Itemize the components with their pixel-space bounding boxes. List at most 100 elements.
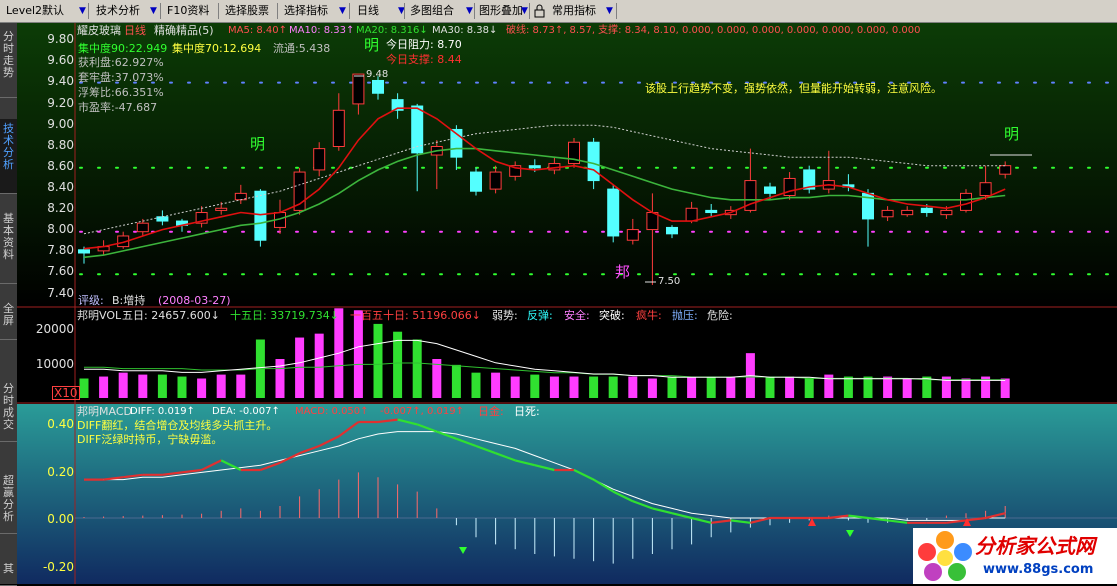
yaxis-label: 7.60 [47,264,74,278]
macd-diff-segment [201,459,222,471]
signal-safe: 安全: [564,309,590,322]
ma5-value: MA5: 8.40↑ [228,25,288,36]
period-label: 日线 [124,24,146,37]
volume-unit-badge: X10 [52,386,80,400]
yaxis-label: 7.40 [47,286,74,300]
volume-bar [157,374,167,398]
rating-date: (2008-03-27) [158,294,231,307]
macd-diff-segment [416,423,438,433]
volume-bar [687,376,697,398]
candle-body [685,207,698,222]
volume-15day: 十五日: 33719.734↓ [230,309,339,322]
candle-body [332,109,345,147]
macd-note-red: DIFF翻红，结合增仓及均线多头抓主升。 [77,419,278,432]
macd-diff-segment [514,459,536,467]
rating-label: 评级: [78,294,104,307]
today-resistance: 今日阻力: 8.70 [386,38,462,51]
macd-diff-segment [573,469,595,481]
volume-bar [628,376,638,398]
volume-ma-short [84,339,1006,381]
yaxis-label: 8.60 [47,159,74,173]
signal-weak: 弱势: [492,309,518,322]
yaxis-label: 8.20 [47,201,74,215]
volume-bar [1000,378,1010,398]
macd-diff-segment [985,512,1006,520]
macd-diff-segment [730,519,751,524]
yaxis-label: 9.20 [47,96,74,110]
volume-bar [491,372,501,398]
candle-body [705,209,718,214]
candle-body [489,171,502,190]
profit-ratio: 获利盘:62.927% [78,56,164,69]
candle-body [979,182,992,196]
watermark: 分析家公式网 www.88gs.com [913,528,1117,584]
macd-diff-segment [318,435,340,447]
volume-bar [118,372,128,398]
yaxis-label: 8.80 [47,138,74,152]
signal-danger: 危险: [707,309,733,322]
candle-body [528,165,541,169]
macd-diff-segment [495,452,516,462]
volume-bar [667,376,677,398]
bang-marker: 邦 [615,263,631,281]
watermark-url: www.88gs.com [983,562,1094,577]
signal-rebound: 反弹: [527,309,553,322]
macd-diff-segment [397,418,418,426]
macd-diff-segment [260,461,281,472]
candle-body [666,226,678,235]
watermark-title: 分析家公式网 [975,534,1095,558]
macd-golden-cross: 日金: [478,405,504,418]
volume-yaxis-label: 10000 [35,357,74,371]
macd-note-green: DIFF泛绿时持币，宁缺毋滥。 [77,433,223,446]
volume-bar [197,378,207,398]
rating-value: B:增持 [112,294,146,307]
macd-diff-segment [652,507,673,515]
macd-diff-segment [534,464,555,472]
signal-breakout: 突破: [599,309,625,322]
ma5-line [83,107,1006,250]
candle-body [78,249,90,254]
candle-body [881,209,894,218]
death-cross-arrow-icon [459,547,467,554]
macd-diff-segment [691,516,712,524]
volume-bar [530,374,540,398]
high-price-label: 9.48 [366,69,389,80]
macd-dea: DEA: -0.007↑ [212,406,280,417]
macd-extra: -0.007↑, 0.019↑ [380,406,464,417]
yaxis-label: 7.80 [47,243,74,257]
candle-body [901,209,914,216]
macd-diff-segment [377,418,398,424]
indicator-name: 精确精品(5) [154,24,214,37]
candle-body [940,209,953,216]
candle-body [352,73,365,105]
break-support-values: 破线: 8.73↑, 8.57, 支撑: 8.34, 8.10, 0.000, … [506,25,921,36]
macd-yaxis-label: 0.40 [47,417,74,431]
volume-bar [902,378,912,398]
concentration-90: 集中度90:22.949 [78,42,168,55]
candle-body [254,190,267,241]
volume-bar [706,376,716,398]
macd-diff-segment [123,473,143,479]
macd-diff-segment [750,516,771,524]
yaxis-label: 9.00 [47,117,74,131]
macd-diff-segment [475,444,496,455]
volume-bar [99,376,109,398]
kline-chart[interactable] [0,0,1117,584]
volume-bar [471,372,481,398]
death-cross-arrow-icon [846,530,854,537]
candle-body [587,141,600,182]
concentration-70: 集中度70:12.694 [172,42,262,55]
ming-marker: 明 [364,36,380,54]
candle-body [215,207,228,211]
macd-yaxis-label: 0.20 [47,465,74,479]
macd-diff-segment [456,437,477,448]
volume-bar [373,323,383,398]
candle-body [313,148,326,171]
volume-bar [608,376,618,398]
candle-body [136,222,149,233]
macd-diff-segment [181,468,202,474]
macd-diff-segment [593,478,614,493]
yaxis-label: 8.00 [47,222,74,236]
ming-marker: 明 [1004,125,1020,143]
volume-bar [785,376,795,398]
